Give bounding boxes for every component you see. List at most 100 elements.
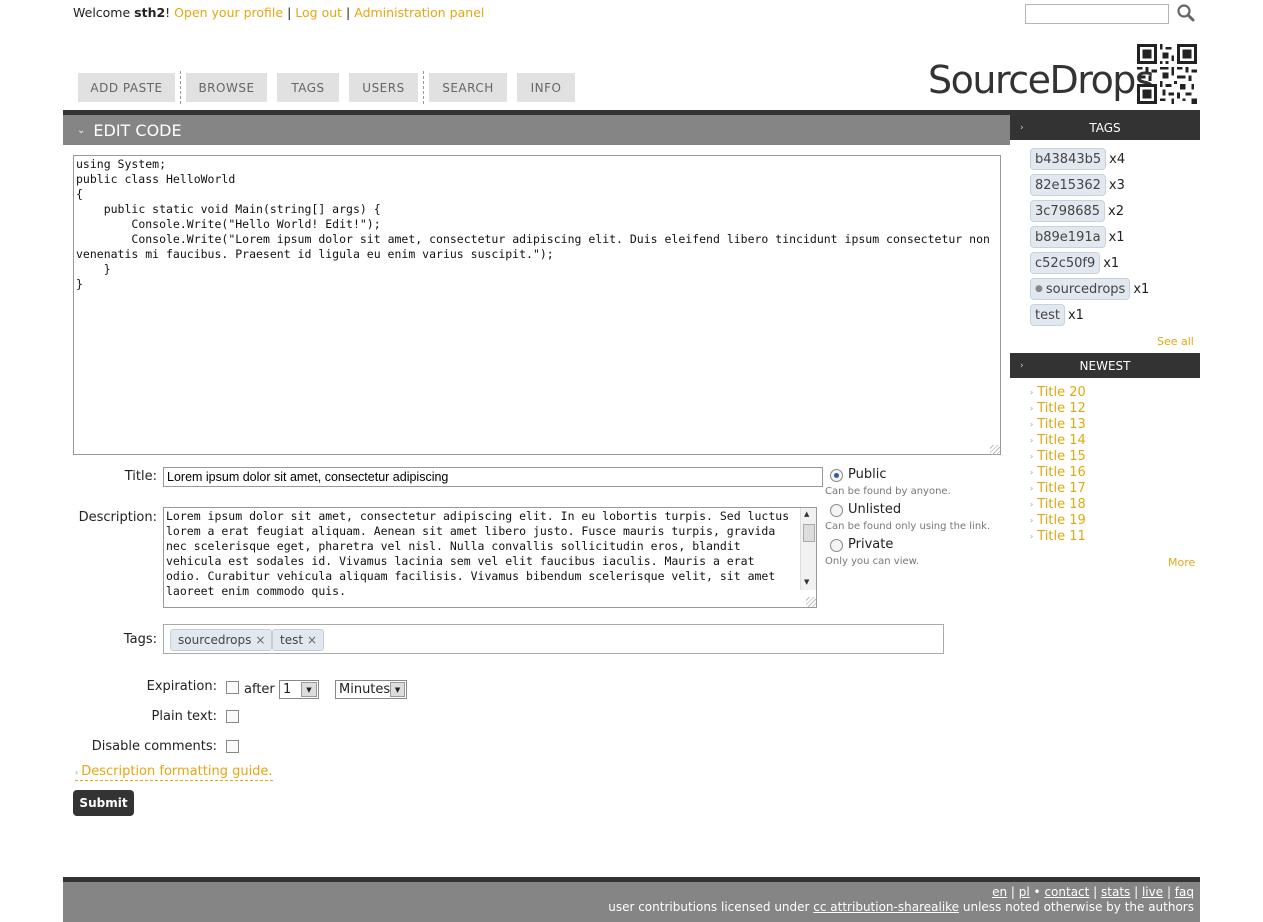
code-editor[interactable]: using System; public class HelloWorld { … xyxy=(73,155,1001,455)
form-tag-label: test xyxy=(280,633,304,647)
remove-tag-icon[interactable]: × xyxy=(307,633,317,647)
sidebar-tag-count: x2 xyxy=(1108,203,1125,219)
sidebar-tag-label: sourcedrops xyxy=(1045,281,1126,297)
scroll-down-icon[interactable]: ▼ xyxy=(804,578,809,586)
sidebar-tag[interactable]: b89e191a xyxy=(1030,226,1106,248)
edit-code-header: ⌄ EDIT CODE xyxy=(63,115,1010,145)
newest-paste-link[interactable]: Title 15 xyxy=(1037,449,1086,464)
welcome-bang: ! xyxy=(165,5,171,20)
lock-icon: ● xyxy=(1035,284,1043,294)
sidebar-tag[interactable]: test xyxy=(1030,304,1065,326)
newest-paste-link[interactable]: Title 17 xyxy=(1037,481,1086,496)
nav-browse[interactable]: BROWSE xyxy=(186,73,267,102)
chevron-right-icon: › xyxy=(1030,499,1034,509)
search-input[interactable] xyxy=(1025,4,1169,24)
page-title: EDIT CODE xyxy=(93,120,182,140)
sidebar-tag[interactable]: ● sourcedrops xyxy=(1030,278,1131,300)
description-formatting-guide-link[interactable]: › Description formatting guide. xyxy=(75,764,273,781)
welcome-text: Welcome xyxy=(73,5,135,20)
resize-handle-icon[interactable] xyxy=(990,445,1000,455)
visibility-public-desc: Can be found by anyone. xyxy=(825,486,951,497)
newest-list-item: › Title 13 xyxy=(1030,416,1086,432)
chevron-right-icon: › xyxy=(1030,403,1034,413)
sidebar-tag-count: x1 xyxy=(1103,255,1120,271)
newest-list-item: › Title 16 xyxy=(1030,464,1086,480)
tags-input[interactable]: sourcedrops × test × xyxy=(163,624,944,654)
scroll-up-icon[interactable]: ▲ xyxy=(804,510,809,518)
newest-paste-link[interactable]: Title 13 xyxy=(1037,417,1086,432)
sidebar-tag[interactable]: 3c798685 xyxy=(1030,200,1106,222)
chevron-right-icon: › xyxy=(1030,451,1034,461)
submit-button[interactable]: Submit xyxy=(73,790,134,816)
scrollbar-thumb[interactable] xyxy=(803,524,815,542)
remove-tag-icon[interactable]: × xyxy=(255,633,265,647)
lang-en-link[interactable]: en xyxy=(992,885,1007,899)
visibility-private-radio[interactable] xyxy=(830,539,843,552)
expiration-unit-select[interactable]: Minutes ▼ xyxy=(335,680,407,699)
chevron-down-icon: ▼ xyxy=(390,682,405,697)
newest-list-item: › Title 17 xyxy=(1030,480,1086,496)
search-button[interactable] xyxy=(1175,3,1197,23)
visibility-public-radio[interactable] xyxy=(830,469,843,482)
chevron-right-icon: › xyxy=(1030,483,1034,493)
newest-list-item: › Title 19 xyxy=(1030,512,1086,528)
plain-text-label: Plain text: xyxy=(151,709,217,724)
nav-users[interactable]: USERS xyxy=(349,73,418,102)
description-textarea[interactable]: Lorem ipsum dolor sit amet, consectetur … xyxy=(163,507,817,608)
title-input[interactable] xyxy=(163,467,823,487)
tags-label: Tags: xyxy=(123,632,157,647)
sidebar-tag[interactable]: c52c50f9 xyxy=(1030,252,1101,274)
license-link[interactable]: cc attribution-sharealike xyxy=(813,900,959,914)
lang-pl-link[interactable]: pl xyxy=(1019,885,1030,899)
qr-code-icon xyxy=(1137,44,1197,104)
faq-link[interactable]: faq xyxy=(1175,885,1194,899)
sidebar-tag-count: x1 xyxy=(1108,229,1125,245)
nav-add-paste[interactable]: ADD PASTE xyxy=(78,73,175,102)
newest-paste-link[interactable]: Title 18 xyxy=(1037,497,1086,512)
sidebar-tag-row: c52c50f9 x1 xyxy=(1030,252,1119,274)
chevron-down-icon: ▼ xyxy=(301,682,317,697)
more-newest-link[interactable]: More xyxy=(1168,556,1195,569)
chevron-right-icon: › xyxy=(1030,419,1034,429)
log-out-link[interactable]: Log out xyxy=(295,5,342,20)
sidebar-tag-row: 82e15362 x3 xyxy=(1030,174,1125,196)
resize-handle-icon[interactable] xyxy=(806,597,816,607)
chevron-right-icon: › xyxy=(1030,515,1034,525)
newest-paste-link[interactable]: Title 16 xyxy=(1037,465,1086,480)
sidebar-tag[interactable]: 82e15362 xyxy=(1030,174,1106,196)
disable-comments-checkbox[interactable] xyxy=(226,740,239,753)
administration-panel-link[interactable]: Administration panel xyxy=(354,5,484,20)
separator: | xyxy=(283,5,296,20)
sidebar-tag[interactable]: b43843b5 xyxy=(1030,148,1107,170)
visibility-private-desc: Only you can view. xyxy=(825,556,920,567)
site-logo[interactable]: SourceDrops xyxy=(928,58,1155,102)
description-scrollbar[interactable]: ▲ ▼ xyxy=(800,508,816,590)
expiration-checkbox[interactable] xyxy=(226,681,239,694)
sidebar-tag-row: b89e191a x1 xyxy=(1030,226,1125,248)
chevron-right-icon: › xyxy=(1020,122,1024,133)
footer-bullet: • xyxy=(1029,885,1045,899)
sidebar-tag-row: ● sourcedrops x1 xyxy=(1030,278,1149,300)
sidebar-newest-header: › NEWEST xyxy=(1010,353,1200,378)
newest-list-item: › Title 14 xyxy=(1030,432,1086,448)
chevron-right-icon: › xyxy=(75,768,79,777)
newest-paste-link[interactable]: Title 20 xyxy=(1037,385,1086,400)
newest-paste-link[interactable]: Title 14 xyxy=(1037,433,1086,448)
newest-paste-link[interactable]: Title 11 xyxy=(1037,529,1086,544)
nav-tags[interactable]: TAGS xyxy=(277,73,339,102)
expiration-amount-select[interactable]: 1 ▼ xyxy=(279,680,319,699)
live-link[interactable]: live xyxy=(1142,885,1163,899)
visibility-unlisted-radio[interactable] xyxy=(830,504,843,517)
newest-paste-link[interactable]: Title 12 xyxy=(1037,401,1086,416)
stats-link[interactable]: stats xyxy=(1101,885,1130,899)
newest-list-item: › Title 11 xyxy=(1030,528,1086,544)
newest-list-item: › Title 12 xyxy=(1030,400,1086,416)
contact-link[interactable]: contact xyxy=(1044,885,1089,899)
nav-info[interactable]: INFO xyxy=(517,73,575,102)
open-profile-link[interactable]: Open your profile xyxy=(174,5,283,20)
sidebar-tag-row: test x1 xyxy=(1030,304,1084,326)
nav-search[interactable]: SEARCH xyxy=(429,73,507,102)
plain-text-checkbox[interactable] xyxy=(226,710,239,723)
see-all-tags-link[interactable]: See all xyxy=(1157,335,1194,348)
newest-paste-link[interactable]: Title 19 xyxy=(1037,513,1086,528)
